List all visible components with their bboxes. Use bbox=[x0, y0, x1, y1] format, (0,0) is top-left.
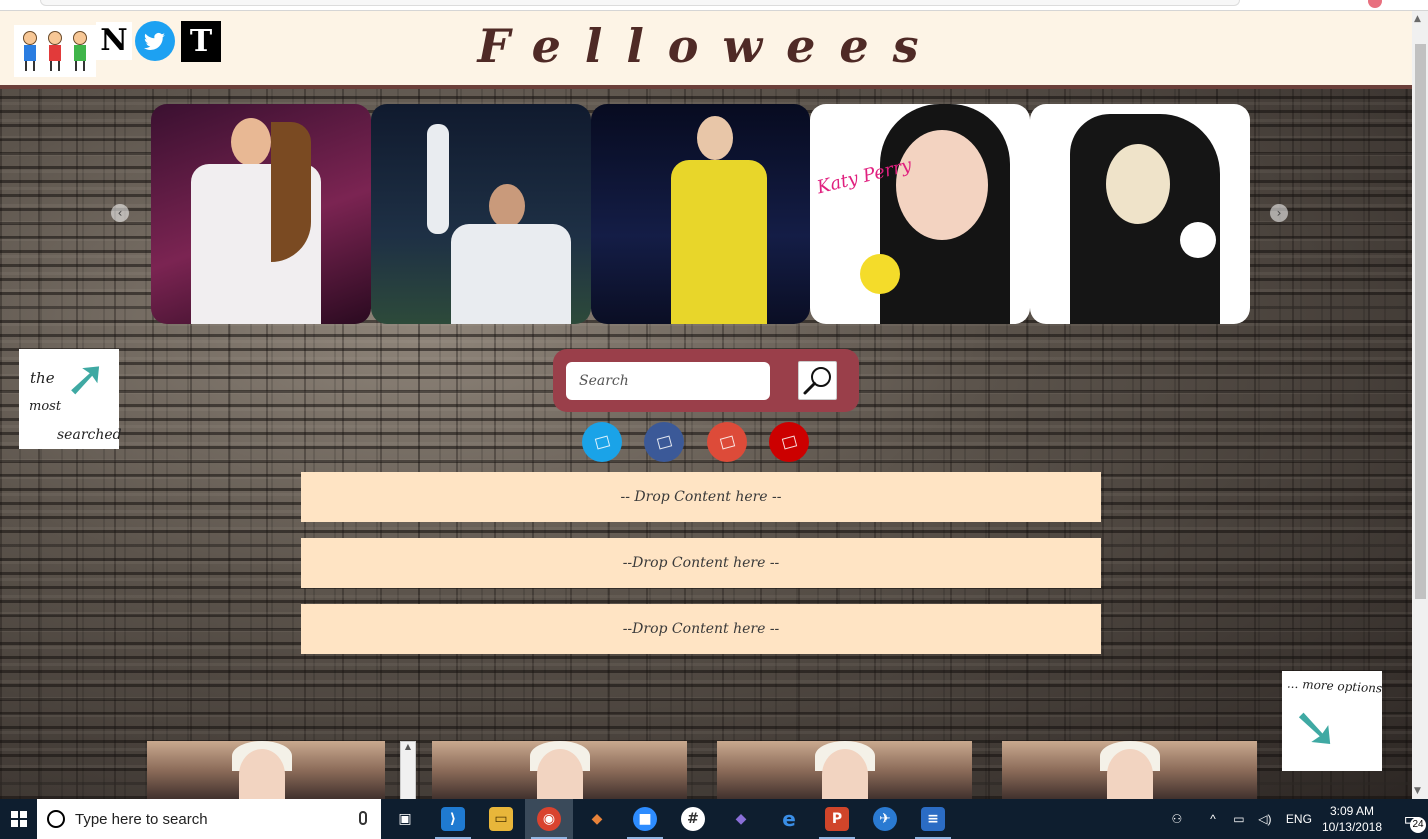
file-explorer-icon[interactable]: ▭ bbox=[477, 799, 525, 839]
nyt-icon[interactable]: T bbox=[181, 21, 221, 62]
square-icon bbox=[656, 435, 672, 449]
profile-avatar[interactable] bbox=[1368, 0, 1382, 8]
notification-count-badge: 24 bbox=[1410, 816, 1426, 833]
celebrity-carousel: Katy Perry bbox=[151, 104, 1250, 324]
vscode-icon[interactable]: ⟩ bbox=[429, 799, 477, 839]
kid-figure bbox=[46, 31, 64, 73]
powerpoint-icon[interactable]: P bbox=[813, 799, 861, 839]
windows-logo-icon bbox=[10, 811, 27, 827]
taskbar-search[interactable]: Type here to search bbox=[37, 799, 381, 839]
drop-zone[interactable]: --Drop Content here -- bbox=[301, 538, 1101, 588]
thumbnail-card[interactable] bbox=[147, 741, 385, 799]
arrow-down-left-icon: ➘ bbox=[1292, 696, 1339, 761]
search-box bbox=[553, 349, 859, 412]
chevron-up-icon[interactable]: ^ bbox=[1202, 812, 1224, 826]
social-googleplus-button[interactable] bbox=[707, 422, 747, 462]
square-icon bbox=[594, 435, 610, 449]
network-icon[interactable]: ▭ bbox=[1228, 812, 1250, 826]
volume-icon[interactable]: ◁) bbox=[1254, 812, 1276, 826]
thumbnail-scrollbar[interactable]: ▲ bbox=[400, 741, 416, 799]
git-kraken-icon[interactable]: ◆ bbox=[717, 799, 765, 839]
arrow-up-right-icon: ➚ bbox=[65, 349, 107, 407]
windows-taskbar: Type here to search ▣ ⟩ ▭ ◉ ◆ ■ # ◆ e P … bbox=[0, 799, 1428, 839]
system-tray: ⚇ ^ ▭ ◁) ENG 3:09 AM 10/13/2018 ▭ 24 bbox=[1166, 799, 1428, 839]
more-options-label: ... more options bbox=[1286, 676, 1383, 696]
thumbnail-card[interactable] bbox=[1002, 741, 1257, 799]
magnifier-icon bbox=[803, 366, 831, 394]
thumbnail-card[interactable] bbox=[717, 741, 972, 799]
slack-icon[interactable]: # bbox=[669, 799, 717, 839]
drop-zone[interactable]: -- Drop Content here -- bbox=[301, 472, 1101, 522]
edge-icon[interactable]: e bbox=[765, 799, 813, 839]
scroll-up-icon: ▲ bbox=[404, 742, 412, 751]
kid-figure bbox=[21, 31, 39, 73]
more-options-note[interactable]: ... more options ➘ bbox=[1282, 671, 1383, 771]
language-indicator[interactable]: ENG bbox=[1286, 812, 1312, 826]
social-twitter-button[interactable] bbox=[582, 422, 622, 462]
most-searched-line2: most bbox=[29, 399, 62, 414]
sourcetree-icon[interactable]: ✈ bbox=[861, 799, 909, 839]
zoom-icon[interactable]: ■ bbox=[621, 799, 669, 839]
most-searched-line3: searched bbox=[57, 427, 122, 443]
square-icon bbox=[781, 435, 797, 449]
n-icon[interactable]: N bbox=[96, 22, 132, 60]
microphone-icon[interactable] bbox=[359, 811, 367, 825]
site-header: N T Fellowees bbox=[0, 11, 1412, 89]
drop-zone[interactable]: --Drop Content here -- bbox=[301, 604, 1101, 654]
clock-date: 10/13/2018 bbox=[1321, 820, 1382, 834]
carousel-prev-icon[interactable]: ‹ bbox=[111, 204, 129, 222]
kids-logo-icon[interactable] bbox=[14, 25, 96, 77]
slide-katy-perry[interactable]: Katy Perry bbox=[810, 104, 1031, 324]
twitter-icon[interactable] bbox=[135, 21, 175, 61]
start-button[interactable] bbox=[0, 799, 37, 839]
people-icon[interactable]: ⚇ bbox=[1166, 812, 1188, 826]
search-button[interactable] bbox=[798, 361, 837, 400]
most-searched-line1: the bbox=[30, 369, 55, 387]
slide-singer-white-hoodie[interactable] bbox=[151, 104, 371, 324]
clock[interactable]: 3:09 AM 10/13/2018 bbox=[1322, 803, 1382, 835]
notepad-icon[interactable]: ≡ bbox=[909, 799, 957, 839]
address-bar-edge[interactable] bbox=[40, 0, 1240, 6]
site-title: Fellowees bbox=[477, 19, 943, 73]
page-viewport: N T Fellowees ‹ › Katy Perry ➚ the most … bbox=[0, 11, 1412, 799]
task-view-icon[interactable]: ▣ bbox=[381, 799, 429, 839]
taskbar-search-placeholder: Type here to search bbox=[75, 810, 208, 828]
carousel-next-icon[interactable]: › bbox=[1270, 204, 1288, 222]
most-searched-note[interactable]: ➚ the most searched bbox=[19, 349, 122, 449]
thumbnail-card[interactable] bbox=[432, 741, 687, 799]
scroll-down-icon[interactable]: ▼ bbox=[1414, 786, 1421, 796]
social-facebook-button[interactable] bbox=[644, 422, 684, 462]
notifications-icon[interactable]: ▭ 24 bbox=[1396, 809, 1428, 833]
browser-top-edge bbox=[0, 0, 1428, 11]
square-icon bbox=[719, 435, 735, 449]
cortana-icon bbox=[47, 810, 65, 828]
social-youtube-button[interactable] bbox=[769, 422, 809, 462]
scroll-up-icon[interactable]: ▲ bbox=[1414, 14, 1421, 24]
search-input[interactable] bbox=[566, 362, 770, 400]
git-icon[interactable]: ◆ bbox=[573, 799, 621, 839]
page-scroll-thumb[interactable] bbox=[1415, 44, 1426, 599]
kid-figure bbox=[71, 31, 89, 73]
clock-time: 3:09 AM bbox=[1329, 804, 1374, 818]
slide-singer-yellow-hoodie[interactable] bbox=[590, 104, 811, 324]
slide-lady-gaga[interactable] bbox=[1030, 104, 1250, 324]
chrome-icon[interactable]: ◉ bbox=[525, 799, 573, 839]
slide-footballer-waving[interactable] bbox=[370, 104, 591, 324]
